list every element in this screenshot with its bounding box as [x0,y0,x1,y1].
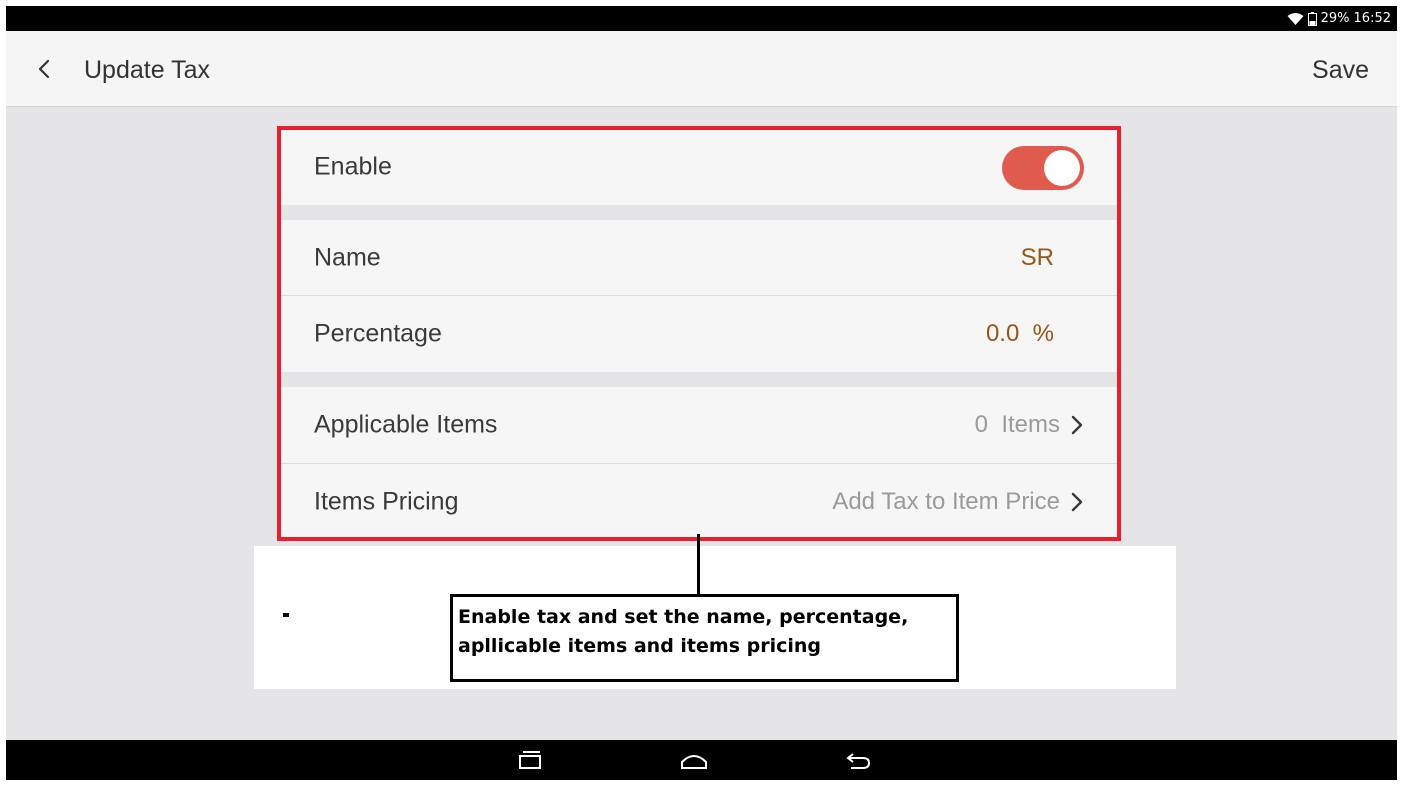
applicable-items-row[interactable]: Applicable Items 0 Items [280,387,1118,463]
enable-toggle[interactable] [1002,146,1084,190]
battery-icon [1307,11,1317,26]
callout-connector [697,534,700,597]
wifi-icon [1287,12,1304,25]
name-label: Name [314,243,381,272]
percentage-value[interactable]: 0.0 % [986,320,1054,348]
save-button[interactable]: Save [1312,56,1369,85]
enable-label: Enable [314,152,392,181]
items-pricing-value: Add Tax to Item Price [832,487,1060,515]
battery-percentage: 29% [1320,11,1350,26]
name-value[interactable]: SR [1021,244,1054,272]
home-icon[interactable] [679,748,709,772]
chevron-right-icon [1071,415,1083,435]
enable-row: Enable [280,129,1118,205]
chevron-left-icon[interactable] [30,54,58,84]
applicable-items-label: Applicable Items [314,410,498,439]
clock: 16:52 [1353,11,1391,26]
tax-settings-panel: Enable Name SR Percentage 0.0 % Applicab… [277,126,1121,541]
chevron-right-icon [1071,492,1083,511]
callout-box: Enable tax and set the name, percentage,… [450,594,959,682]
page-title: Update Tax [84,56,211,84]
enable-group: Enable [280,129,1118,205]
recent-apps-icon[interactable] [515,748,545,772]
callout-line-1: Enable tax and set the name, percentage, [458,606,909,628]
name-row[interactable]: Name SR [280,220,1118,296]
callout-line-2: apllicable items and items pricing [458,635,822,657]
items-group: Applicable Items 0 Items Items Pricing A… [280,387,1118,541]
applicable-items-value: 0 Items [974,411,1060,438]
toggle-knob [1044,150,1080,186]
app-bar: Update Tax Save [6,31,1397,107]
tax-details-group: Name SR Percentage 0.0 % [280,220,1118,372]
navigation-bar [6,740,1397,780]
bullet-mark [283,613,289,617]
percentage-row[interactable]: Percentage 0.0 % [280,295,1118,371]
status-indicators: 29% 16:52 [1287,9,1391,28]
back-arrow-icon[interactable] [843,748,873,772]
items-pricing-row[interactable]: Items Pricing Add Tax to Item Price [280,463,1118,539]
status-bar: 29% 16:52 [6,6,1397,31]
items-pricing-label: Items Pricing [314,487,459,515]
percentage-label: Percentage [314,319,442,347]
